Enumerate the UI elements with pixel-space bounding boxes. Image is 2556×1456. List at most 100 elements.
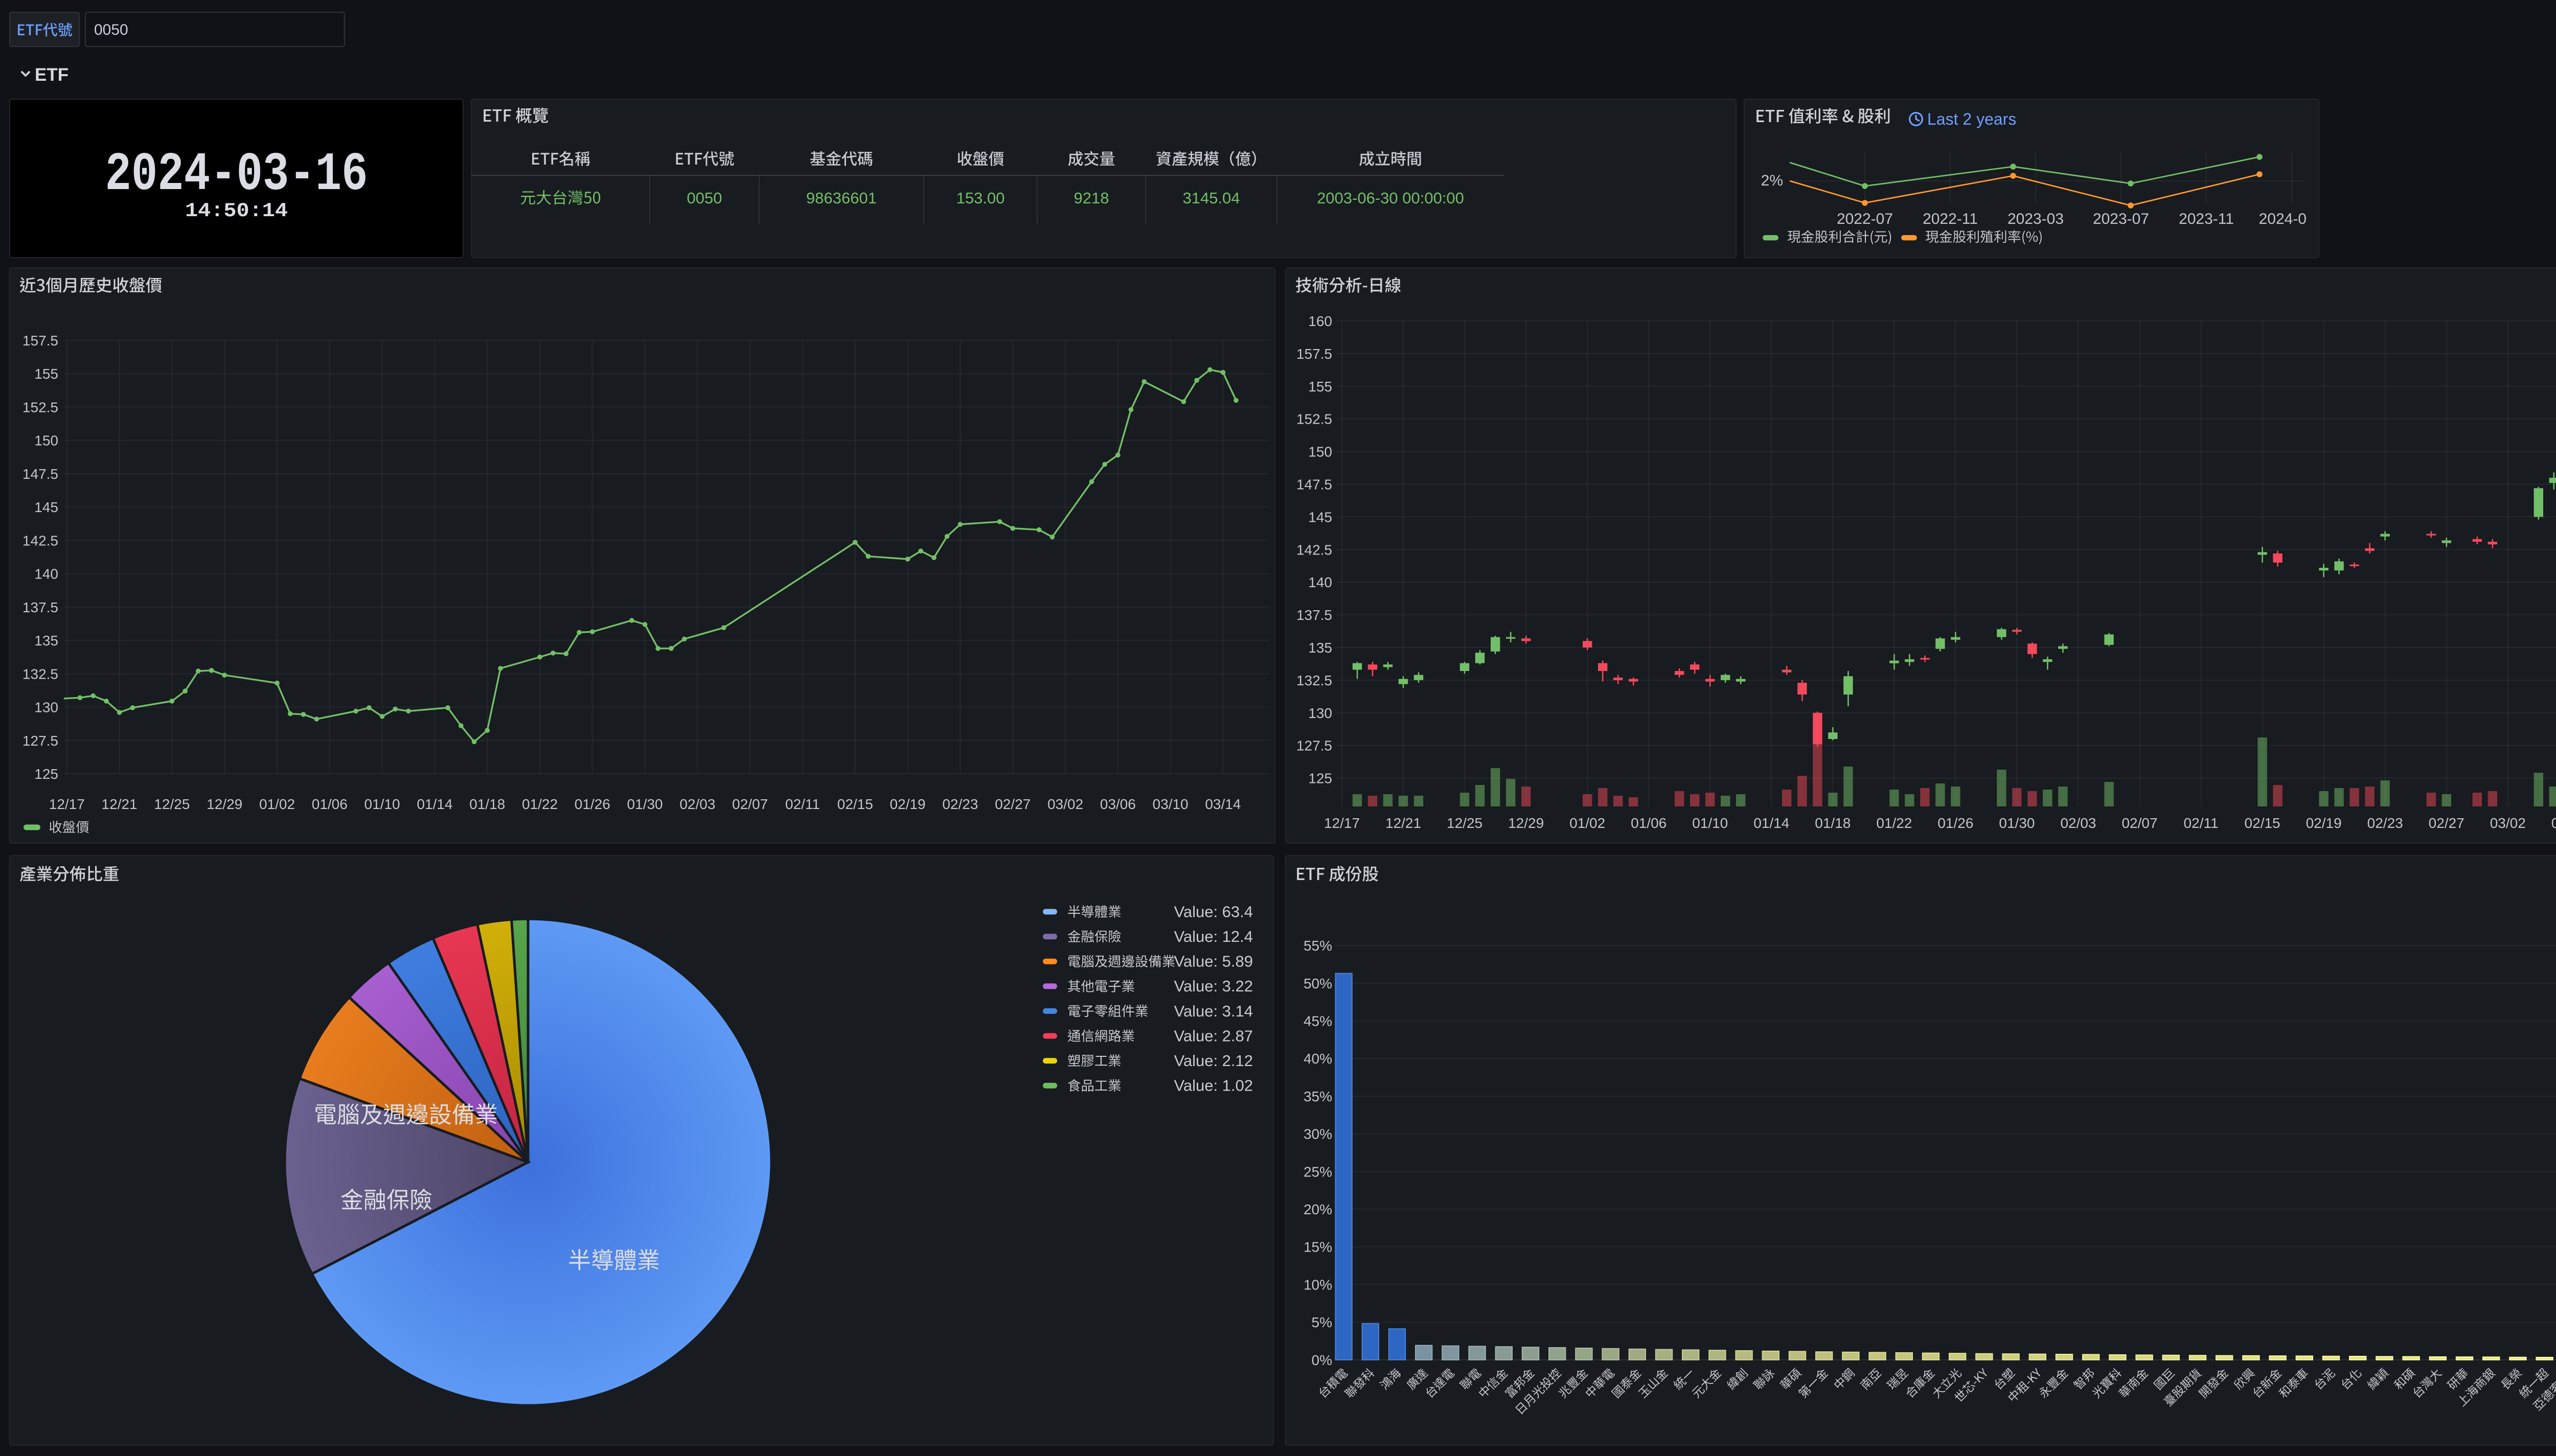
svg-text:01/30: 01/30 [627, 796, 663, 812]
svg-text:0050: 0050 [94, 21, 128, 38]
svg-text:02/19: 02/19 [2306, 815, 2342, 831]
svg-text:152.5: 152.5 [1296, 411, 1332, 427]
svg-text:Value: 3.22: Value: 3.22 [1174, 977, 1253, 995]
svg-text:150: 150 [1308, 444, 1332, 460]
svg-text:01/06: 01/06 [1631, 815, 1667, 831]
svg-text:2023-03: 2023-03 [2007, 211, 2064, 227]
svg-text:03/14: 03/14 [1205, 796, 1241, 812]
svg-text:01/22: 01/22 [522, 796, 558, 812]
svg-text:01/26: 01/26 [575, 796, 610, 812]
svg-text:02/23: 02/23 [942, 796, 978, 812]
svg-text:03/10: 03/10 [1153, 796, 1189, 812]
svg-text:160: 160 [1308, 313, 1332, 329]
svg-text:01/14: 01/14 [1753, 815, 1789, 831]
svg-text:150: 150 [34, 433, 58, 449]
svg-text:130: 130 [1308, 705, 1332, 721]
svg-text:ETF: ETF [35, 65, 69, 85]
svg-text:145: 145 [34, 499, 58, 515]
svg-text:153.00: 153.00 [956, 189, 1005, 207]
svg-text:25%: 25% [1304, 1164, 1332, 1180]
svg-text:12/29: 12/29 [207, 796, 242, 812]
svg-text:142.5: 142.5 [1296, 542, 1332, 558]
svg-text:01/06: 01/06 [312, 796, 348, 812]
svg-text:03/02: 03/02 [1047, 796, 1083, 812]
svg-text:2022-11: 2022-11 [1923, 211, 1978, 227]
svg-text:2003-06-30 00:00:00: 2003-06-30 00:00:00 [1317, 189, 1464, 207]
svg-text:12/21: 12/21 [1385, 815, 1421, 831]
svg-text:145: 145 [1308, 509, 1332, 525]
svg-text:02/03: 02/03 [2060, 815, 2096, 831]
svg-text:2023-11: 2023-11 [2179, 211, 2234, 227]
svg-text:03/02: 03/02 [2490, 815, 2526, 831]
svg-text:35%: 35% [1304, 1089, 1332, 1104]
svg-text:3145.04: 3145.04 [1182, 189, 1240, 207]
svg-text:2%: 2% [1761, 172, 1783, 189]
svg-text:157.5: 157.5 [1296, 346, 1332, 362]
svg-text:127.5: 127.5 [1296, 738, 1332, 754]
svg-text:157.5: 157.5 [22, 333, 58, 349]
svg-text:12/29: 12/29 [1508, 815, 1544, 831]
svg-text:152.5: 152.5 [22, 399, 58, 415]
svg-text:147.5: 147.5 [22, 466, 58, 482]
svg-text:Value: 2.87: Value: 2.87 [1174, 1027, 1253, 1045]
svg-text:0050: 0050 [687, 189, 722, 207]
svg-text:5%: 5% [1312, 1314, 1332, 1330]
svg-text:50%: 50% [1304, 976, 1332, 991]
svg-text:30%: 30% [1304, 1126, 1332, 1142]
svg-text:01/22: 01/22 [1876, 815, 1912, 831]
svg-text:01/26: 01/26 [1937, 815, 1973, 831]
svg-text:2024-03-16: 2024-03-16 [105, 144, 368, 205]
svg-text:Value: 3.14: Value: 3.14 [1174, 1002, 1253, 1020]
svg-text:01/18: 01/18 [469, 796, 505, 812]
svg-text:Value: 12.4: Value: 12.4 [1174, 928, 1253, 945]
svg-text:12/17: 12/17 [49, 796, 85, 812]
svg-text:130: 130 [34, 700, 58, 715]
svg-text:132.5: 132.5 [22, 666, 58, 682]
svg-text:140: 140 [1308, 574, 1332, 590]
svg-text:125: 125 [1308, 771, 1332, 787]
svg-text:142.5: 142.5 [22, 533, 58, 548]
svg-text:Value: 5.89: Value: 5.89 [1174, 953, 1253, 970]
svg-text:02/11: 02/11 [2184, 815, 2219, 831]
svg-text:155: 155 [34, 366, 58, 382]
svg-text:01/02: 01/02 [1569, 815, 1605, 831]
svg-text:12/25: 12/25 [1447, 815, 1482, 831]
svg-text:02/07: 02/07 [732, 796, 768, 812]
svg-text:55%: 55% [1304, 938, 1332, 954]
svg-text:40%: 40% [1304, 1051, 1332, 1067]
svg-text:02/07: 02/07 [2121, 815, 2157, 831]
svg-text:12/17: 12/17 [1324, 815, 1360, 831]
svg-text:15%: 15% [1304, 1239, 1332, 1255]
svg-text:132.5: 132.5 [1296, 673, 1332, 688]
svg-text:9218: 9218 [1074, 189, 1109, 207]
svg-text:0%: 0% [1312, 1352, 1332, 1368]
svg-text:01/18: 01/18 [1815, 815, 1851, 831]
svg-text:02/27: 02/27 [2429, 815, 2464, 831]
svg-text:02/27: 02/27 [995, 796, 1031, 812]
svg-text:03/06: 03/06 [2551, 815, 2556, 831]
svg-text:03/06: 03/06 [1100, 796, 1136, 812]
svg-text:02/23: 02/23 [2367, 815, 2403, 831]
svg-text:Last 2 years: Last 2 years [1927, 110, 2016, 128]
svg-text:137.5: 137.5 [22, 599, 58, 615]
svg-text:14:50:14: 14:50:14 [185, 200, 288, 222]
svg-text:137.5: 137.5 [1296, 607, 1332, 623]
svg-text:Value: 1.02: Value: 1.02 [1174, 1077, 1253, 1095]
svg-text:02/19: 02/19 [890, 796, 926, 812]
svg-text:01/30: 01/30 [1999, 815, 2035, 831]
svg-text:02/15: 02/15 [837, 796, 873, 812]
svg-text:98636601: 98636601 [806, 189, 877, 207]
svg-text:125: 125 [34, 766, 58, 782]
svg-text:Value: 2.12: Value: 2.12 [1174, 1052, 1253, 1070]
svg-text:135: 135 [34, 633, 58, 649]
svg-text:12/21: 12/21 [102, 796, 138, 812]
svg-text:10%: 10% [1304, 1277, 1332, 1292]
svg-text:140: 140 [34, 566, 58, 582]
svg-text:135: 135 [1308, 640, 1332, 656]
svg-text:Value: 63.4: Value: 63.4 [1174, 903, 1253, 920]
svg-text:02/11: 02/11 [785, 796, 820, 812]
svg-text:01/02: 01/02 [259, 796, 295, 812]
svg-text:01/14: 01/14 [417, 796, 452, 812]
svg-text:01/10: 01/10 [1692, 815, 1728, 831]
svg-text:12/25: 12/25 [154, 796, 190, 812]
